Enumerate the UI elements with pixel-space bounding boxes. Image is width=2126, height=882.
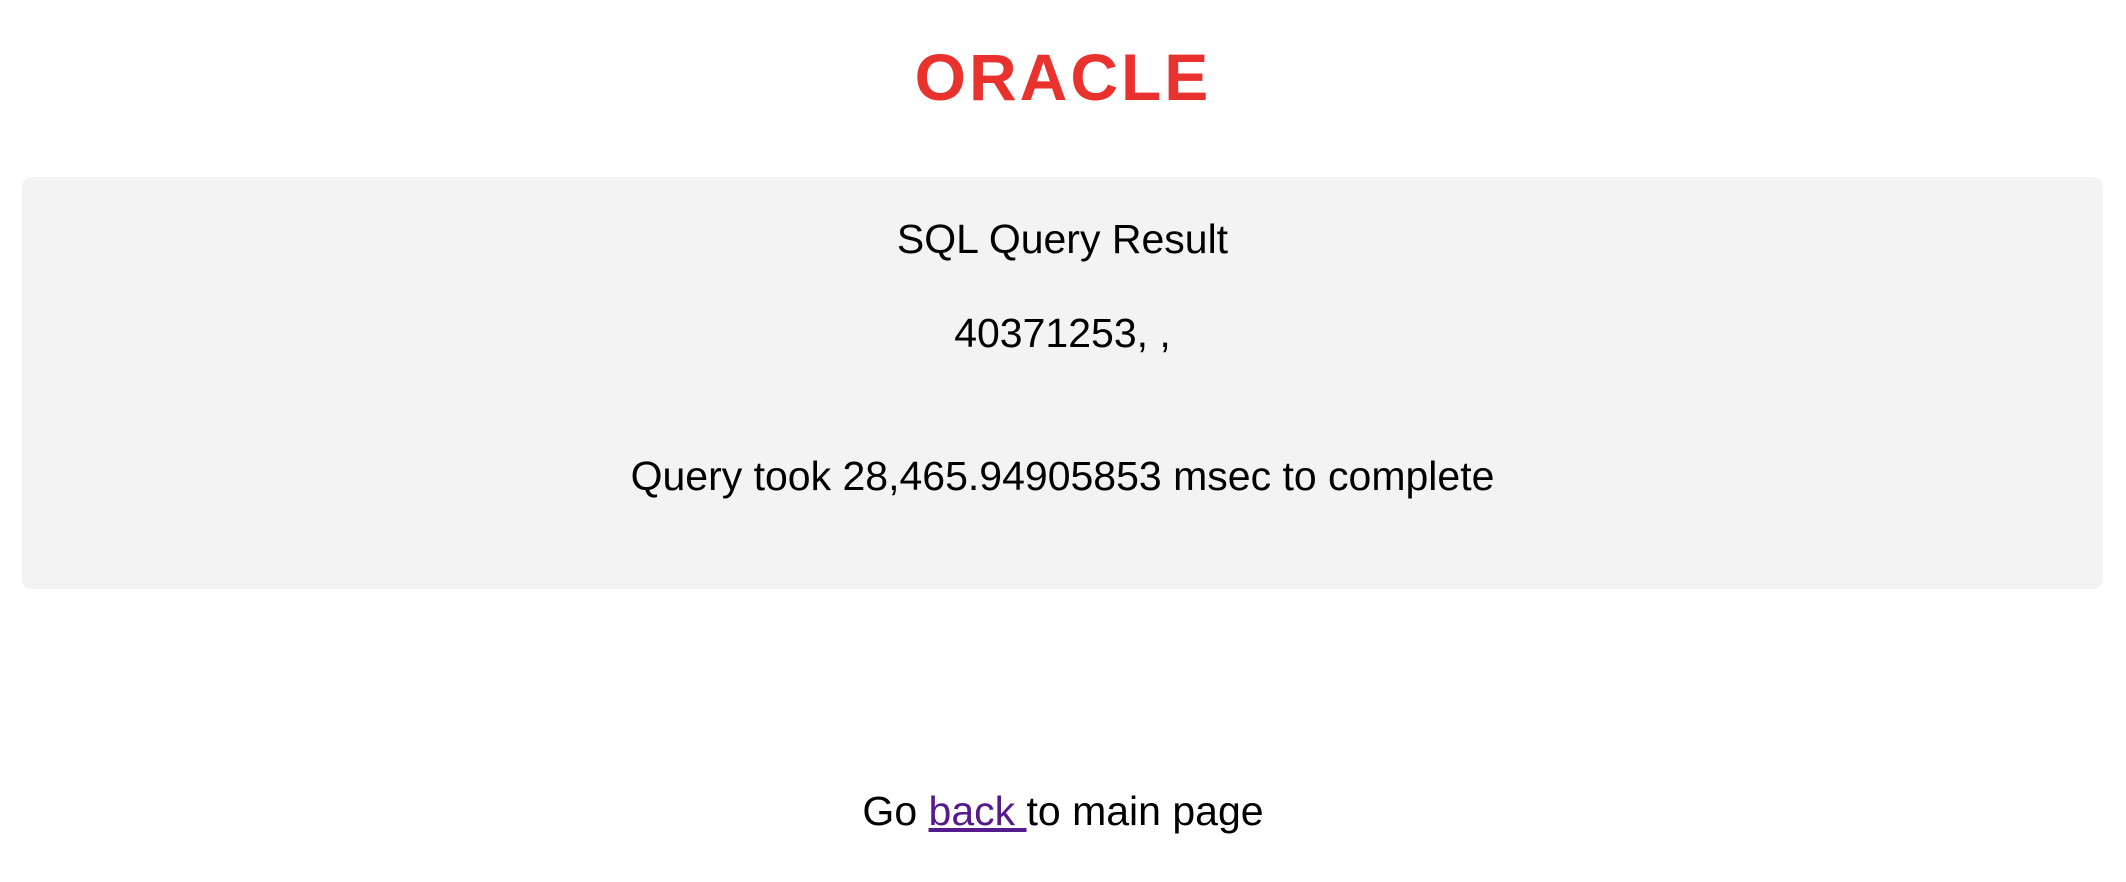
oracle-logo-icon: ORACLE [915,48,1212,108]
oracle-logo: ORACLE [0,48,2126,108]
result-panel: SQL Query Result 40371253, , Query took … [22,177,2103,589]
result-value: 40371253, , [954,310,1171,356]
back-suffix-text: to main page [1026,788,1264,834]
result-title: SQL Query Result [896,216,1229,262]
back-link[interactable]: back [929,788,1027,834]
back-prefix-text: Go [862,788,929,834]
back-navigation-line: Go back to main page [0,787,2126,835]
query-timing-text: Query took 28,465.94905853 msec to compl… [630,453,1495,499]
oracle-logo-text: ORACLE [915,48,1212,108]
